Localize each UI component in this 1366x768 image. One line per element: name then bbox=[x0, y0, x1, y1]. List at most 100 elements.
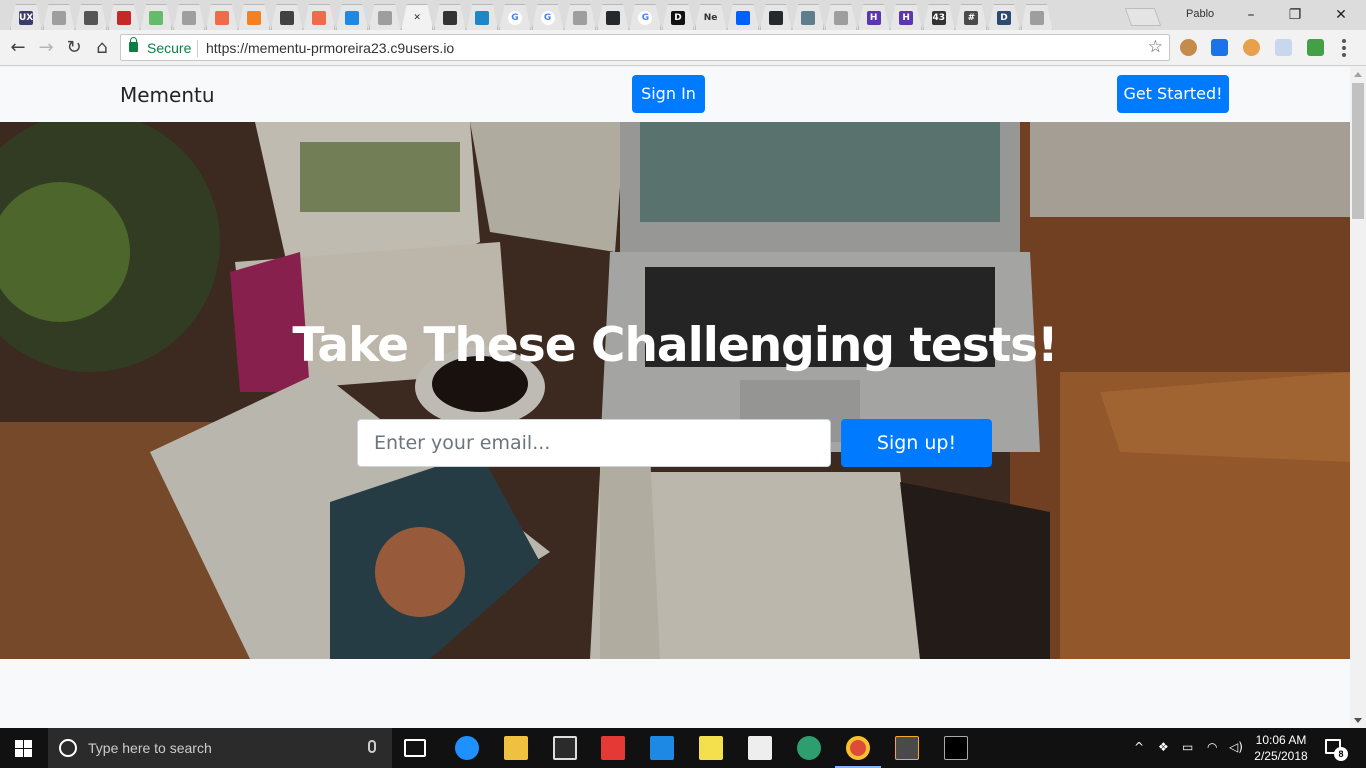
reload-icon[interactable]: ↻ bbox=[62, 36, 86, 60]
tray-wifi-icon[interactable]: ◠ bbox=[1207, 740, 1217, 754]
tray-battery-icon[interactable]: ▭ bbox=[1182, 740, 1193, 754]
browser-tab[interactable]: ✕ bbox=[401, 4, 434, 30]
action-center-icon[interactable]: 8 bbox=[1325, 739, 1348, 761]
browser-tab[interactable]: G bbox=[629, 4, 662, 30]
dropbox-extension-icon[interactable] bbox=[1275, 39, 1292, 56]
browser-tab[interactable]: Ne bbox=[694, 4, 727, 30]
hand-extension-icon[interactable] bbox=[1243, 39, 1260, 56]
browser-tab[interactable] bbox=[433, 4, 466, 30]
sticky-notes-icon[interactable] bbox=[699, 736, 723, 760]
get-started-button[interactable]: Get Started! bbox=[1117, 75, 1229, 113]
google-icon: G bbox=[638, 10, 653, 25]
browser-tab[interactable] bbox=[205, 4, 238, 30]
dropbox-icon bbox=[736, 10, 751, 25]
browser-tab[interactable] bbox=[75, 4, 108, 30]
browser-tab[interactable]: H bbox=[890, 4, 923, 30]
mail-icon[interactable] bbox=[748, 736, 772, 760]
back-arrow-icon[interactable]: ← bbox=[6, 36, 30, 60]
new-tab-button[interactable] bbox=[1124, 8, 1162, 26]
microphone-icon[interactable] bbox=[368, 740, 376, 753]
restore-icon[interactable]: ❐ bbox=[1272, 4, 1318, 26]
chart-icon bbox=[442, 10, 457, 25]
browser-tab[interactable] bbox=[42, 4, 75, 30]
github-icon bbox=[768, 10, 783, 25]
slack-icon: # bbox=[964, 10, 979, 25]
browser-tab[interactable]: G bbox=[499, 4, 531, 30]
d-app-icon: D bbox=[671, 10, 685, 25]
tray-dropbox-icon[interactable]: ❖ bbox=[1158, 740, 1169, 754]
browser-tab[interactable]: D bbox=[988, 4, 1020, 30]
terminal-icon[interactable] bbox=[944, 736, 968, 760]
taskbar-clock[interactable]: 10:06 AM 2/25/2018 bbox=[1252, 732, 1310, 764]
browser-tab[interactable] bbox=[270, 4, 303, 30]
lock-icon bbox=[129, 37, 138, 52]
browser-tab[interactable] bbox=[825, 4, 857, 30]
clock-time: 10:06 AM bbox=[1255, 733, 1307, 747]
browser-tab[interactable]: G bbox=[531, 4, 564, 30]
taskbar-search-box[interactable]: Type here to search bbox=[48, 728, 392, 768]
browser-tab[interactable] bbox=[596, 4, 629, 30]
browser-tab[interactable] bbox=[564, 4, 597, 30]
brand-logo[interactable]: Mementu bbox=[120, 83, 215, 107]
browser-tab[interactable] bbox=[368, 4, 401, 30]
home-icon[interactable]: ⌂ bbox=[90, 36, 114, 60]
browser-tab[interactable] bbox=[727, 4, 760, 30]
content-below-hero bbox=[0, 659, 1350, 728]
red-app-taskbar-icon[interactable] bbox=[601, 736, 625, 760]
scrollbar-thumb[interactable] bbox=[1352, 83, 1364, 219]
browser-tab[interactable] bbox=[107, 4, 140, 30]
document-icon bbox=[1029, 10, 1044, 25]
document-icon bbox=[182, 10, 196, 25]
file-explorer-icon[interactable] bbox=[504, 736, 528, 760]
browser-tab[interactable] bbox=[140, 4, 173, 30]
browser-tab[interactable]: # bbox=[955, 4, 988, 30]
clock-date: 2/25/2018 bbox=[1254, 749, 1308, 763]
scroll-down-icon[interactable] bbox=[1354, 718, 1362, 723]
edge-icon[interactable] bbox=[455, 736, 479, 760]
cloud9-icon bbox=[475, 10, 490, 25]
page-scrollbar[interactable] bbox=[1350, 67, 1366, 728]
tray-volume-icon[interactable]: ◁) bbox=[1229, 740, 1243, 754]
chrome-menu-icon[interactable] bbox=[1342, 39, 1346, 57]
url-text[interactable]: https://mementu-prmoreira23.c9users.io bbox=[206, 40, 454, 56]
windows-start-icon[interactable] bbox=[15, 740, 32, 757]
sublime-icon[interactable] bbox=[895, 736, 919, 760]
browser-tab[interactable]: D bbox=[662, 4, 694, 30]
screen-icon bbox=[345, 10, 359, 25]
browser-tab[interactable]: H bbox=[857, 4, 890, 30]
email-input[interactable]: Enter your email... bbox=[357, 419, 831, 467]
browser-tab[interactable] bbox=[1020, 4, 1053, 30]
cookie-extension-icon[interactable] bbox=[1180, 39, 1197, 56]
browser-tab[interactable]: UX bbox=[10, 4, 42, 30]
forward-arrow-icon[interactable]: → bbox=[34, 36, 58, 60]
browser-tab[interactable] bbox=[173, 4, 205, 30]
tray-chevron-icon[interactable]: ^ bbox=[1134, 740, 1144, 754]
browser-tab-strip: UX ✕ G G G D Ne H H 43 # D Pablo – ❐ ✕ bbox=[0, 0, 1366, 30]
store-icon[interactable] bbox=[553, 736, 577, 760]
task-view-icon[interactable] bbox=[404, 739, 426, 757]
scroll-up-icon[interactable] bbox=[1354, 72, 1362, 77]
blue-extension-icon[interactable] bbox=[1211, 39, 1228, 56]
profile-name[interactable]: Pablo bbox=[1186, 8, 1214, 20]
bookmark-star-icon[interactable]: ☆ bbox=[1148, 37, 1163, 57]
browser-tab[interactable] bbox=[238, 4, 271, 30]
chrome-taskbar-icon[interactable] bbox=[846, 736, 870, 760]
browser-tab[interactable]: 43 bbox=[922, 4, 955, 30]
browser-tab[interactable] bbox=[336, 4, 368, 30]
netflix-text-icon: Ne bbox=[703, 12, 718, 23]
browser-tab[interactable] bbox=[303, 4, 336, 30]
browser-tab[interactable] bbox=[466, 4, 499, 30]
google-icon: G bbox=[540, 10, 555, 25]
atom-icon[interactable] bbox=[797, 736, 821, 760]
browser-tab[interactable] bbox=[759, 4, 792, 30]
google-icon: G bbox=[508, 10, 522, 25]
taskbar-search-placeholder: Type here to search bbox=[88, 740, 212, 756]
browser-tab[interactable] bbox=[792, 4, 825, 30]
m-extension-icon[interactable] bbox=[1307, 39, 1324, 56]
minimize-icon[interactable]: – bbox=[1228, 4, 1274, 26]
address-bar[interactable]: Secure https://mementu-prmoreira23.c9use… bbox=[120, 34, 1170, 61]
l-app-icon[interactable] bbox=[650, 736, 674, 760]
sign-up-button[interactable]: Sign up! bbox=[841, 419, 992, 467]
close-window-icon[interactable]: ✕ bbox=[1318, 4, 1364, 26]
sign-in-button[interactable]: Sign In bbox=[632, 75, 705, 113]
